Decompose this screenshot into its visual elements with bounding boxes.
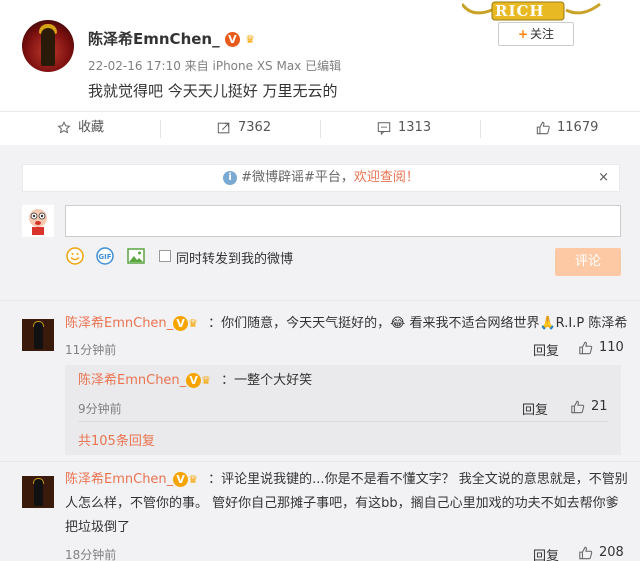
comment-body: ：你们随意，今天天气挺好的，😂 看来我不适合网络世界🙏R.I.P 陈泽希	[208, 316, 628, 331]
vip-crown-icon: ♛	[188, 473, 199, 486]
comment-time: 18分钟前	[65, 548, 117, 561]
more-replies-link[interactable]: 共105条回复	[78, 430, 155, 449]
info-icon: i	[223, 170, 238, 185]
notice-text: #微博辟谣#平台，	[241, 170, 354, 185]
commenter-name[interactable]: 陈泽希EmnChen_	[65, 472, 173, 487]
my-avatar[interactable]	[22, 205, 54, 237]
comment-line: 陈泽希EmnChen_ V ♛ ：评论里说我键的...你是不是看不懂文字？ 我全文说的…	[65, 468, 633, 492]
reply-like-button[interactable]: 21	[570, 399, 608, 414]
thumbs-up-icon	[536, 121, 550, 134]
like-count: 110	[599, 340, 624, 355]
reply-body: ：一整个大好笑	[221, 373, 313, 388]
divider	[160, 120, 161, 138]
verified-icon: V	[173, 472, 189, 487]
rich-logo-text: RICH	[495, 2, 545, 20]
like-count: 208	[599, 545, 624, 560]
comment-area: i #微博辟谣#平台，欢迎查阅！ × GIF 同时转发到我的微博 评论 陈泽希E…	[0, 145, 640, 561]
author-name[interactable]: 陈泽希EmnChen_	[88, 30, 220, 48]
thumbs-up-icon	[571, 400, 585, 413]
comment-icon	[377, 121, 391, 135]
divider	[320, 120, 321, 138]
emoji-icon[interactable]	[66, 247, 84, 265]
repost-count: 7362	[238, 120, 272, 135]
repost-checkbox[interactable]	[159, 250, 171, 262]
avatar-figure	[34, 322, 43, 349]
commenter-avatar[interactable]	[22, 476, 54, 508]
plus-icon: +	[517, 27, 529, 41]
rumor-notice-bar: i #微博辟谣#平台，欢迎查阅！ ×	[22, 164, 620, 192]
comment-body: ：评论里说我键的...你是不是看不懂文字？ 我全文说的意思就是，不管别	[208, 472, 628, 487]
repost-icon	[217, 122, 230, 133]
avatar-figure	[41, 28, 55, 66]
repost-button[interactable]: 7362	[216, 112, 271, 145]
comment-1-text: 陈泽希EmnChen_ V ♛ ：你们随意，今天天气挺好的，😂 看来我不适合网络世界🙏…	[65, 312, 628, 336]
comment-input[interactable]	[65, 205, 621, 237]
action-bar: 收藏 7362 1313 11679	[0, 111, 640, 144]
divider	[78, 421, 608, 422]
follow-label: 关注	[530, 27, 555, 41]
comment-time: 11分钟前	[65, 343, 117, 357]
repost-label: 同时转发到我的微博	[176, 252, 294, 267]
comment-2-text: 陈泽希EmnChen_ V ♛ ：评论里说我键的...你是不是看不懂文字？ 我全文说的…	[65, 468, 633, 540]
submit-comment-button[interactable]: 评论	[555, 248, 621, 276]
verified-icon: V	[186, 373, 202, 388]
vip-crown-icon: ♛	[201, 374, 212, 387]
like-count: 11679	[557, 120, 599, 135]
vip-crown-icon: ♛	[245, 33, 255, 46]
reply-thread: 陈泽希EmnChen_ V ♛ ：一整个大好笑 9分钟前 回复 21 共105条回复	[65, 365, 621, 455]
post-text: 我就觉得吧 今天天儿挺好 万里无云的	[88, 82, 338, 100]
thumbs-up-icon	[579, 341, 593, 354]
comment-like-button[interactable]: 110	[578, 340, 624, 355]
divider	[480, 120, 481, 138]
avatar-figure	[34, 479, 43, 506]
comment-count: 1313	[398, 120, 432, 135]
close-icon[interactable]: ×	[598, 165, 609, 191]
reply-text: 陈泽希EmnChen_ V ♛ ：一整个大好笑	[78, 369, 312, 393]
reply-time: 9分钟前	[78, 402, 122, 416]
divider	[0, 300, 640, 301]
author-avatar[interactable]	[22, 20, 74, 72]
comment-line: 把垃圾倒了	[65, 520, 131, 535]
notice-link[interactable]: 欢迎查阅！	[354, 170, 419, 185]
comment-like-button[interactable]: 208	[578, 545, 624, 560]
gif-icon[interactable]: GIF	[96, 247, 114, 265]
weibo-post-card: 陈泽希EmnChen_ V ♛ 22-02-16 17:10 来自 iPhone…	[0, 0, 640, 561]
image-icon[interactable]	[127, 247, 145, 265]
reply-button[interactable]: 回复	[533, 340, 559, 359]
verified-icon: V	[173, 316, 189, 331]
verified-icon: V	[224, 32, 240, 47]
follow-button[interactable]: + 关注	[498, 22, 574, 46]
commenter-name[interactable]: 陈泽希EmnChen_	[65, 316, 173, 331]
comment-line: 人怎么样，不管你的事。 管好你自己那摊子事吧，有这bb，搁自己心里加戏的功夫不如…	[65, 496, 619, 511]
like-count: 21	[591, 399, 608, 414]
vip-crown-icon: ♛	[188, 317, 199, 330]
favorite-label: 收藏	[78, 120, 105, 135]
like-button[interactable]: 11679	[535, 112, 598, 145]
thumbs-up-icon	[579, 546, 593, 559]
comment-button[interactable]: 1313	[376, 112, 431, 145]
post-meta: 22-02-16 17:10 来自 iPhone XS Max 已编辑	[88, 59, 342, 73]
favorite-button[interactable]: 收藏	[56, 112, 104, 145]
star-icon	[57, 120, 71, 134]
commenter-avatar[interactable]	[22, 319, 54, 351]
reply-button[interactable]: 回复	[533, 545, 559, 561]
replier-name[interactable]: 陈泽希EmnChen_	[78, 373, 186, 388]
author-name-row: 陈泽希EmnChen_ V ♛	[88, 28, 265, 49]
divider	[0, 461, 640, 462]
reply-button[interactable]: 回复	[522, 399, 548, 418]
svg-text:GIF: GIF	[98, 253, 111, 261]
